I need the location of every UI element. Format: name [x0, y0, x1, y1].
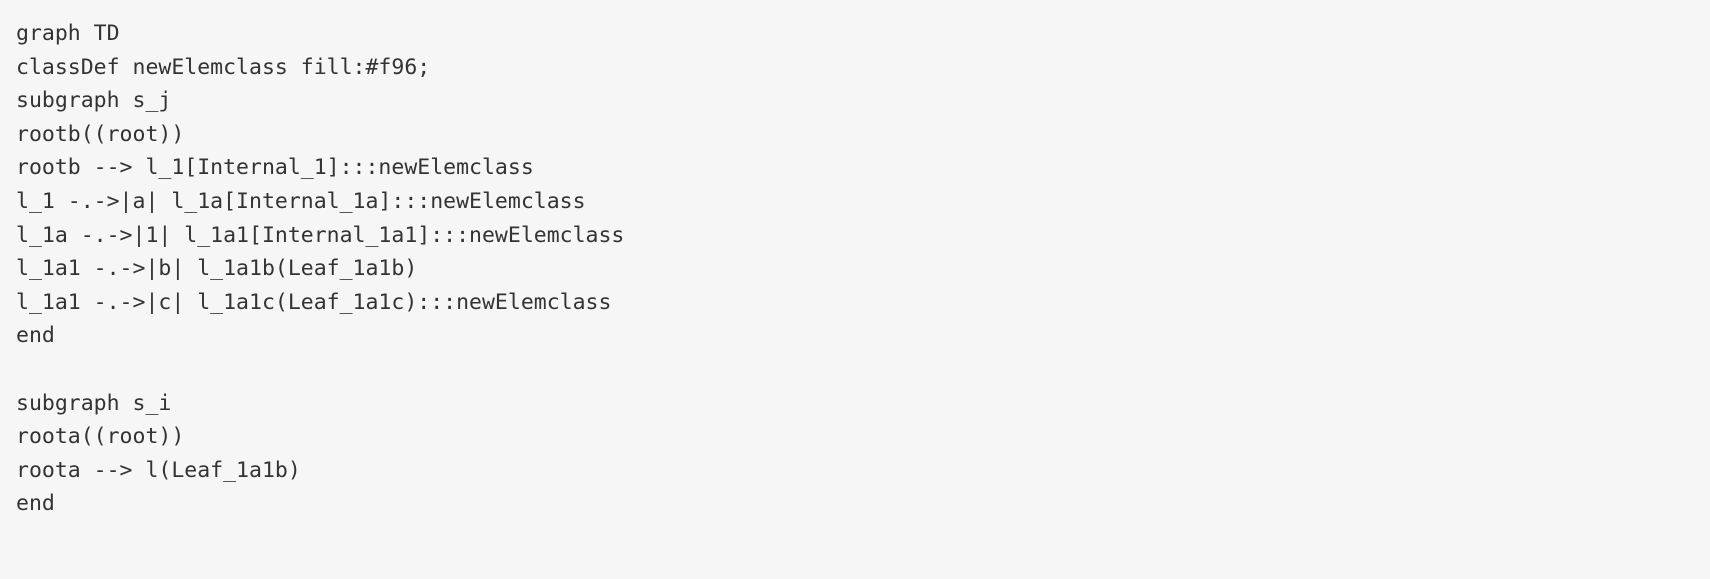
code-line-edge-l1-l1a: l_1 -.->|a| l_1a[Internal_1a]:::newElemc… — [16, 188, 586, 214]
code-line-subgraph-s-j: subgraph s_j — [16, 88, 172, 114]
code-line-edge-l1a1-l1a1c: l_1a1 -.->|c| l_1a1c(Leaf_1a1c):::newEle… — [16, 289, 612, 315]
code-line-edge-l1a1-l1a1b: l_1a1 -.->|b| l_1a1b(Leaf_1a1b) — [16, 256, 418, 282]
code-block: graph TD classDef newElemclass fill:#f96… — [0, 0, 1710, 579]
code-line-end-s-i: end — [16, 491, 55, 517]
code-line-roota: roota((root)) — [16, 424, 185, 450]
code-line-rootb: rootb((root)) — [16, 121, 185, 147]
code-line-edge-l1a-l1a1: l_1a -.->|1| l_1a1[Internal_1a1]:::newEl… — [16, 222, 625, 248]
code-line-subgraph-s-i: subgraph s_i — [16, 390, 172, 416]
code-line-graph-td: graph TD — [16, 21, 120, 46]
code-line-classdef: classDef newElemclass fill:#f96; — [16, 54, 431, 80]
code-line-edge-rootb-l1: rootb --> l_1[Internal_1]:::newElemclass — [16, 155, 534, 181]
code-line-edge-roota-l: roota --> l(Leaf_1a1b) — [16, 457, 301, 483]
code-line-end-s-j: end — [16, 323, 55, 349]
